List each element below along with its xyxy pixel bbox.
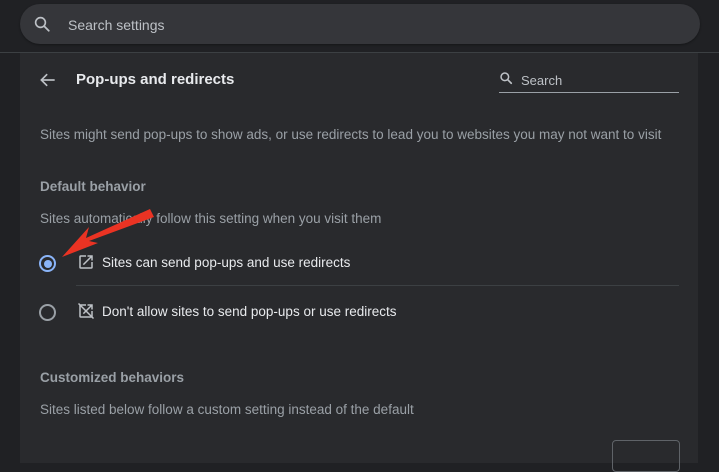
settings-search-box[interactable] xyxy=(20,4,700,46)
option-label: Don't allow sites to send pop-ups or use… xyxy=(102,304,397,319)
option-allow-popups[interactable]: Sites can send pop-ups and use redirects xyxy=(20,241,698,287)
page-search-input[interactable] xyxy=(519,67,681,93)
blocked-open-in-new-icon xyxy=(77,302,95,320)
page-search-box[interactable] xyxy=(499,67,681,93)
customized-behaviors-heading: Customized behaviors xyxy=(40,370,185,385)
default-behavior-subtext: Sites automatically follow this setting … xyxy=(40,211,382,226)
top-bar xyxy=(0,0,719,53)
page-title: Pop-ups and redirects xyxy=(76,71,235,88)
option-label: Sites can send pop-ups and use redirects xyxy=(102,255,351,270)
radio-block-popups[interactable] xyxy=(39,304,56,321)
settings-search-input[interactable] xyxy=(66,4,670,46)
option-block-popups[interactable]: Don't allow sites to send pop-ups or use… xyxy=(20,290,698,336)
radio-allow-popups[interactable] xyxy=(39,255,56,272)
settings-card: Pop-ups and redirects Sites might send p… xyxy=(20,53,698,472)
search-icon xyxy=(34,16,50,32)
customized-behaviors-subtext: Sites listed below follow a custom setti… xyxy=(40,402,414,417)
arrow-back-icon[interactable] xyxy=(38,70,58,90)
search-icon xyxy=(500,72,513,85)
open-in-new-icon xyxy=(79,255,93,269)
divider xyxy=(76,285,679,286)
default-behavior-heading: Default behavior xyxy=(40,179,146,194)
page-description: Sites might send pop-ups to show ads, or… xyxy=(40,127,662,142)
add-button[interactable] xyxy=(612,440,680,472)
